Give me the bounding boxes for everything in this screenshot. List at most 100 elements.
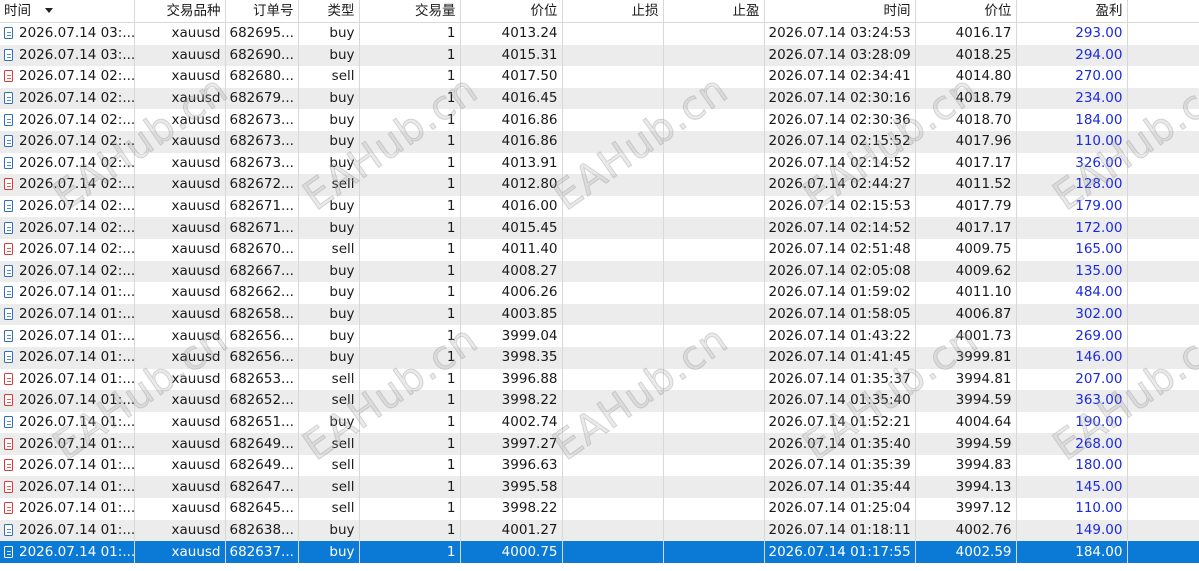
cell-profit: 184.00: [1016, 541, 1128, 563]
buy-document-icon: [4, 48, 13, 61]
table-row[interactable]: 2026.07.14 01:... xauusd 682651... buy 1 4002…: [0, 411, 1199, 434]
cell-volume: 1: [359, 130, 461, 153]
cell-open-time: 2026.07.14 02:...: [0, 174, 135, 196]
cell-close-price: 3997.12: [915, 498, 1017, 520]
table-row[interactable]: 2026.07.14 01:... xauusd 682656... buy 1 3999…: [0, 325, 1199, 347]
table-row[interactable]: 2026.07.14 02:... xauusd 682670... sell 1 401…: [0, 238, 1199, 261]
sell-document-icon: [4, 480, 13, 493]
cell-empty: [1127, 66, 1199, 88]
table-row[interactable]: 2026.07.14 03:... xauusd 682690... buy 1 4015…: [0, 44, 1199, 67]
cell-stop-loss: [562, 217, 664, 239]
table-row[interactable]: 2026.07.14 02:... xauusd 682671... buy 1 4016…: [0, 195, 1199, 218]
cell-order: 682656...: [225, 346, 299, 369]
cell-volume: 1: [359, 541, 461, 563]
column-header-take-profit[interactable]: 止盈: [663, 0, 765, 23]
cell-close-time: 2026.07.14 02:15:53: [764, 195, 916, 218]
table-row[interactable]: 2026.07.14 01:... xauusd 682658... buy 1 4003…: [0, 303, 1199, 326]
open-time-text: 2026.07.14 01:...: [19, 349, 134, 366]
table-row[interactable]: 2026.07.14 03:... xauusd 682695... buy 1 4013…: [0, 22, 1199, 45]
open-time-text: 2026.07.14 01:...: [19, 521, 134, 538]
cell-type: sell: [298, 498, 360, 520]
cell-open-price: 4006.26: [460, 282, 563, 304]
cell-close-time: 2026.07.14 01:59:02: [764, 282, 916, 304]
buy-document-icon: [4, 351, 13, 364]
cell-order: 682645...: [225, 498, 299, 520]
open-time-text: 2026.07.14 01:...: [19, 392, 134, 409]
column-header-open-time[interactable]: 时间: [0, 0, 135, 23]
cell-take-profit: [663, 195, 765, 218]
cell-type: buy: [298, 130, 360, 153]
table-row[interactable]: 2026.07.14 01:... xauusd 682652... sell 1 399…: [0, 390, 1199, 412]
cell-close-price: 4017.17: [915, 217, 1017, 239]
table-row[interactable]: 2026.07.14 01:... xauusd 682638... buy 1 4001…: [0, 519, 1199, 542]
cell-order: 682651...: [225, 411, 299, 434]
table-row[interactable]: 2026.07.14 02:... xauusd 682679... buy 1 4016…: [0, 87, 1199, 110]
cell-type: buy: [298, 44, 360, 67]
column-header-open-price[interactable]: 价位: [460, 0, 563, 23]
table-row[interactable]: 2026.07.14 01:... xauusd 682645... sell 1 399…: [0, 498, 1199, 520]
table-row[interactable]: 2026.07.14 01:... xauusd 682653... sell 1 399…: [0, 368, 1199, 391]
cell-stop-loss: [562, 109, 664, 131]
table-row[interactable]: 2026.07.14 01:... xauusd 682637... buy 1 4000…: [0, 541, 1199, 563]
table-row[interactable]: 2026.07.14 02:... xauusd 682673... buy 1 4016…: [0, 130, 1199, 153]
column-header-symbol[interactable]: 交易品种: [134, 0, 226, 23]
sell-document-icon: [4, 243, 13, 256]
column-header-close-price[interactable]: 价位: [915, 0, 1017, 23]
table-row[interactable]: 2026.07.14 01:... xauusd 682649... sell 1 399…: [0, 454, 1199, 477]
table-row[interactable]: 2026.07.14 01:... xauusd 682649... sell 1 399…: [0, 433, 1199, 455]
column-header-volume[interactable]: 交易量: [359, 0, 461, 23]
cell-symbol: xauusd: [134, 260, 226, 283]
table-row[interactable]: 2026.07.14 01:... xauusd 682656... buy 1 3998…: [0, 346, 1199, 369]
cell-profit: 149.00: [1016, 519, 1128, 542]
cell-close-price: 4017.96: [915, 130, 1017, 153]
column-header-order[interactable]: 订单号: [225, 0, 299, 23]
cell-take-profit: [663, 152, 765, 175]
column-header-type[interactable]: 类型: [298, 0, 360, 23]
cell-order: 682649...: [225, 433, 299, 455]
cell-symbol: xauusd: [134, 217, 226, 239]
open-time-text: 2026.07.14 01:...: [19, 500, 134, 517]
table-header: 时间 交易品种 订单号 类型 交易量 价位 止损 止盈 时间 价位 盈利: [0, 0, 1199, 23]
buy-document-icon: [4, 415, 13, 428]
cell-order: 682658...: [225, 303, 299, 326]
cell-open-price: 3995.58: [460, 476, 563, 499]
cell-take-profit: [663, 22, 765, 45]
cell-type: sell: [298, 454, 360, 477]
cell-order: 682679...: [225, 87, 299, 110]
cell-take-profit: [663, 109, 765, 131]
table-row[interactable]: 2026.07.14 02:... xauusd 682680... sell 1 401…: [0, 66, 1199, 88]
buy-document-icon: [4, 523, 13, 536]
open-time-text: 2026.07.14 02:...: [19, 176, 134, 193]
column-header-close-time[interactable]: 时间: [764, 0, 916, 23]
cell-close-price: 4006.87: [915, 303, 1017, 326]
column-header-stop-loss[interactable]: 止损: [562, 0, 664, 23]
trade-history-window: 时间 交易品种 订单号 类型 交易量 价位 止损 止盈 时间 价位 盈利 202…: [0, 0, 1199, 571]
cell-close-time: 2026.07.14 02:05:08: [764, 260, 916, 283]
table-row[interactable]: 2026.07.14 01:... xauusd 682662... buy 1 4006…: [0, 282, 1199, 304]
cell-profit: 234.00: [1016, 87, 1128, 110]
cell-stop-loss: [562, 325, 664, 347]
cell-type: buy: [298, 411, 360, 434]
table-row[interactable]: 2026.07.14 02:... xauusd 682667... buy 1 4008…: [0, 260, 1199, 283]
open-time-text: 2026.07.14 02:...: [19, 241, 134, 258]
cell-open-time: 2026.07.14 02:...: [0, 238, 135, 261]
buy-document-icon: [4, 113, 13, 126]
open-time-text: 2026.07.14 02:...: [19, 198, 134, 215]
open-time-text: 2026.07.14 01:...: [19, 284, 134, 301]
cell-stop-loss: [562, 541, 664, 563]
buy-document-icon: [4, 27, 13, 40]
open-time-text: 2026.07.14 03:...: [19, 25, 134, 42]
column-header-profit[interactable]: 盈利: [1016, 0, 1128, 23]
table-row[interactable]: 2026.07.14 01:... xauusd 682647... sell 1 399…: [0, 476, 1199, 499]
cell-close-time: 2026.07.14 01:35:39: [764, 454, 916, 477]
table-row[interactable]: 2026.07.14 02:... xauusd 682673... buy 1 4016…: [0, 109, 1199, 131]
table-row[interactable]: 2026.07.14 02:... xauusd 682672... sell 1 401…: [0, 174, 1199, 196]
open-time-text: 2026.07.14 01:...: [19, 306, 134, 323]
cell-close-price: 4017.17: [915, 152, 1017, 175]
cell-symbol: xauusd: [134, 433, 226, 455]
table-row[interactable]: 2026.07.14 02:... xauusd 682673... buy 1 4013…: [0, 152, 1199, 175]
cell-volume: 1: [359, 368, 461, 391]
cell-close-time: 2026.07.14 02:34:41: [764, 66, 916, 88]
cell-profit: 484.00: [1016, 282, 1128, 304]
table-row[interactable]: 2026.07.14 02:... xauusd 682671... buy 1 4015…: [0, 217, 1199, 239]
